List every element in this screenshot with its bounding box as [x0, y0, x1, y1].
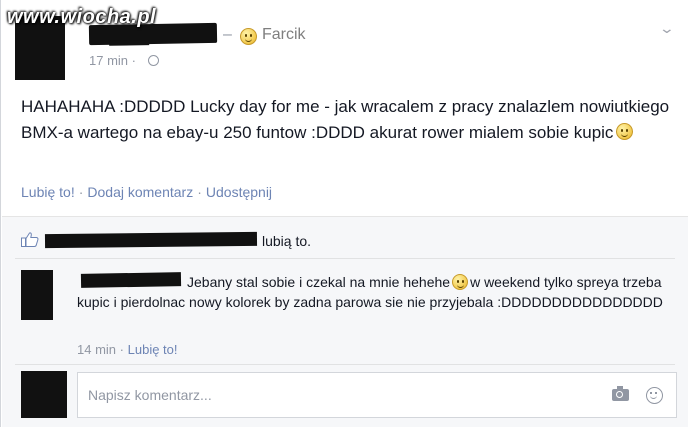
comment-like-link[interactable]: Lubię to!: [128, 342, 178, 357]
comment-link[interactable]: Dodaj komentarz: [87, 184, 193, 200]
chevron-down-icon[interactable]: ⌄: [659, 20, 675, 37]
smile-icon: [616, 123, 634, 140]
comment-timestamp[interactable]: 14 min: [77, 342, 116, 357]
emoji-icon[interactable]: [646, 387, 663, 404]
feeling-label[interactable]: Farcik: [262, 26, 306, 44]
comment-meta-separator: ·: [119, 342, 124, 357]
feeling-separator: –: [223, 26, 232, 43]
post-body: HAHAHAHA :DDDDD Lucky day for me - jak w…: [21, 97, 670, 142]
post-text: HAHAHAHA :DDDDD Lucky day for me - jak w…: [21, 94, 671, 146]
comment-composer[interactable]: Napisz komentarz...: [77, 372, 677, 418]
action-separator: ·: [197, 184, 202, 200]
post-timestamp[interactable]: 17 min ·: [89, 53, 136, 68]
like-link[interactable]: Lubię to!: [21, 184, 75, 200]
smile-icon: [240, 28, 257, 45]
watermark-logo: www.wiocha.pl: [7, 6, 157, 28]
viewer-avatar: [21, 371, 67, 418]
likes-summary: lubią to.: [262, 233, 312, 249]
camera-icon[interactable]: [612, 386, 629, 401]
smile-icon: [452, 274, 469, 290]
action-separator: ·: [78, 184, 84, 200]
post-card: www.wiocha.pl – Farcik 17 min · ⌄ HAHAHA…: [0, 0, 688, 427]
comment-meta: 14 min · Lubię to!: [77, 342, 178, 357]
row-divider: [15, 364, 675, 365]
thumbs-up-icon: [21, 232, 39, 247]
comment-input-placeholder[interactable]: Napisz komentarz...: [88, 387, 212, 403]
share-link[interactable]: Udostępnij: [206, 184, 272, 200]
comment-text-part1: Jebany stal sobie i czekal na mnie heheh…: [187, 274, 451, 290]
globe-icon[interactable]: [148, 55, 159, 66]
post-timestamp-text[interactable]: 17 min: [89, 53, 128, 68]
commenter-name-redacted[interactable]: [80, 272, 182, 288]
row-divider: [15, 258, 675, 259]
commenter-avatar[interactable]: [21, 270, 53, 320]
likers-redacted[interactable]: [44, 231, 258, 249]
post-actions: Lubię to! · Dodaj komentarz · Udostępnij: [21, 184, 272, 200]
timestamp-separator: ·: [131, 53, 136, 68]
